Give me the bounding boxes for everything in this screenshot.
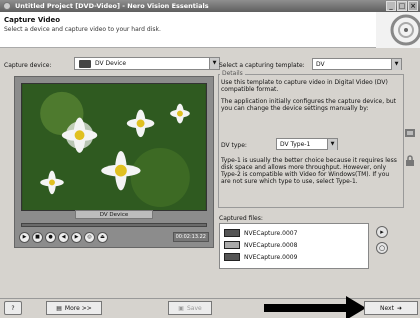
lock-icon[interactable] xyxy=(404,155,416,167)
file-name: NVECapture.0008 xyxy=(244,241,298,249)
stop-icon[interactable]: ■ xyxy=(32,231,43,243)
delete-file-button[interactable]: ○ xyxy=(376,242,388,254)
more-button-label: More >> xyxy=(64,304,92,312)
forward-icon[interactable]: ▶ xyxy=(71,231,82,243)
rewind-icon[interactable]: ◀ xyxy=(58,231,69,243)
video-thumbnail-icon xyxy=(224,229,240,237)
template-value: DV xyxy=(316,60,325,68)
maximize-button[interactable]: □ xyxy=(397,1,407,11)
capture-device-label: Capture device: xyxy=(4,62,52,69)
details-line-1: Use this template to capture video in Di… xyxy=(221,79,388,93)
video-preview-image xyxy=(21,83,207,211)
video-scrub-bar[interactable] xyxy=(21,223,207,227)
page-header: Capture Video Select a device and captur… xyxy=(0,12,420,48)
next-button-label: Next xyxy=(379,304,394,312)
template-label: Select a capturing template: xyxy=(219,62,305,69)
captured-files-label: Captured files: xyxy=(219,215,263,222)
settings-icon[interactable] xyxy=(404,127,416,139)
more-button[interactable]: ▤ More >> xyxy=(46,301,102,315)
save-button-label: Save xyxy=(186,304,202,312)
more-icon: ▤ xyxy=(56,304,62,312)
next-arrow-icon: ➜ xyxy=(396,304,402,312)
list-item[interactable]: NVECapture.0009 xyxy=(224,251,364,263)
page-title: Capture Video xyxy=(4,16,61,24)
save-icon: ▣ xyxy=(178,304,184,312)
minimize-button[interactable]: _ xyxy=(386,1,396,11)
chevron-down-icon[interactable]: ▼ xyxy=(391,58,401,70)
capture-device-value: DV Device xyxy=(95,60,127,67)
play-icon[interactable]: ▶ xyxy=(19,231,30,243)
dv-type-value: DV Type-1 xyxy=(280,140,311,148)
camera-icon xyxy=(79,59,91,68)
snapshot-icon[interactable]: ◎ xyxy=(84,231,95,243)
play-file-button[interactable]: ▸ xyxy=(376,226,388,238)
dv-type-select[interactable]: DV Type-1 ▼ xyxy=(276,138,338,150)
details-line-2: The application initially configures the… xyxy=(221,98,397,112)
nero-logo-icon xyxy=(376,12,420,48)
chevron-down-icon[interactable]: ▼ xyxy=(327,138,337,150)
capture-device-select[interactable]: DV Device ▼ xyxy=(74,57,220,70)
chevron-down-icon[interactable]: ▼ xyxy=(209,58,219,69)
close-button[interactable]: × xyxy=(408,1,418,11)
save-button[interactable]: ▣ Save xyxy=(168,301,212,315)
captured-files-list[interactable]: NVECapture.0007 NVECapture.0008 NVECaptu… xyxy=(219,223,369,269)
video-thumbnail-icon xyxy=(224,253,240,261)
list-item[interactable]: NVECapture.0007 xyxy=(224,227,364,239)
app-icon xyxy=(3,2,11,10)
details-legend: Details xyxy=(220,70,245,77)
window-title: Untitled Project [DVD-Video] - Nero Visi… xyxy=(15,2,209,10)
list-item[interactable]: NVECapture.0008 xyxy=(224,239,364,251)
template-select[interactable]: DV ▼ xyxy=(312,58,402,70)
window-controls: _ □ × xyxy=(386,1,418,11)
help-icon: ? xyxy=(11,304,15,312)
file-name: NVECapture.0009 xyxy=(244,253,298,261)
pointer-arrow xyxy=(264,304,350,312)
help-button[interactable]: ? xyxy=(4,301,22,315)
next-button[interactable]: Next ➜ xyxy=(364,301,418,315)
dv-type-label: DV type: xyxy=(221,142,247,149)
eject-icon[interactable]: ⏏ xyxy=(97,231,108,243)
timecode-readout: 00:02:13.22 xyxy=(172,232,209,242)
file-name: NVECapture.0007 xyxy=(244,229,298,237)
record-icon[interactable]: ● xyxy=(45,231,56,243)
video-thumbnail-icon xyxy=(224,241,240,249)
details-line-3: Type-1 is usually the better choice beca… xyxy=(221,157,397,185)
video-preview-panel: DV Device ▶ ■ ● ◀ ▶ ◎ ⏏ 00:02:13.22 xyxy=(14,76,214,248)
playback-controls: ▶ ■ ● ◀ ▶ ◎ ⏏ 00:02:13.22 xyxy=(19,230,209,244)
video-caption: DV Device xyxy=(75,210,153,219)
pointer-arrow-head xyxy=(346,296,366,318)
page-subtitle: Select a device and capture video to you… xyxy=(4,26,161,33)
title-bar: Untitled Project [DVD-Video] - Nero Visi… xyxy=(0,0,420,12)
